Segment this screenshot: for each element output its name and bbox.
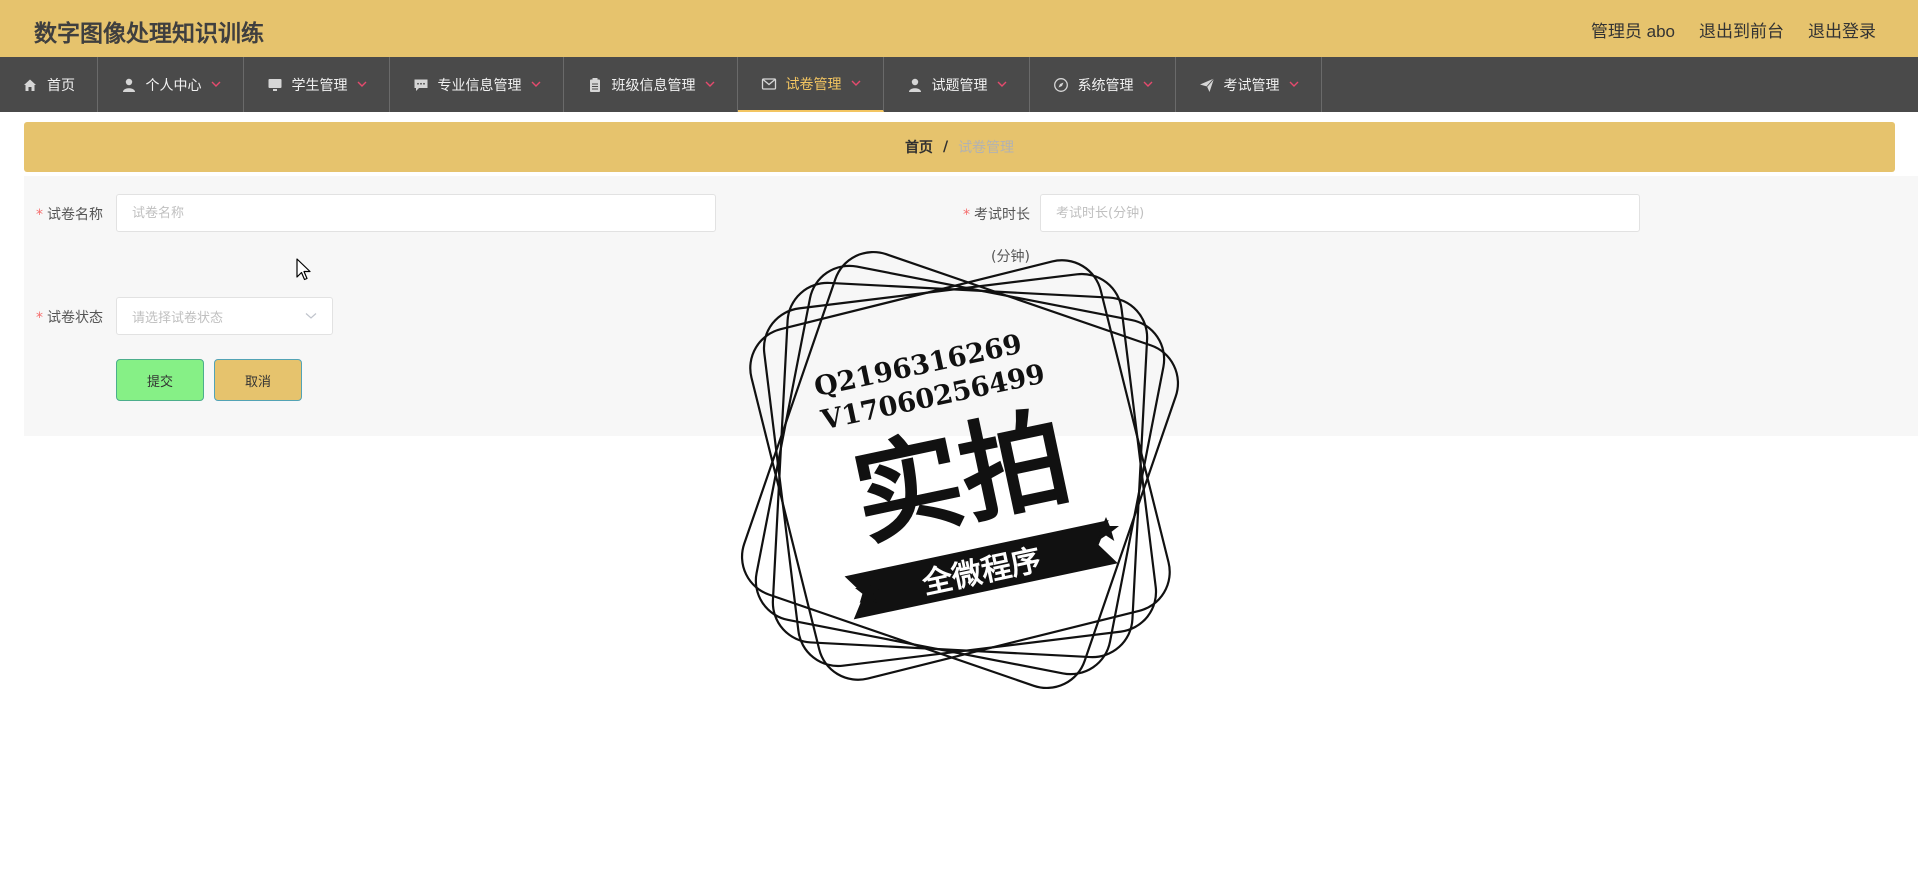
nav-item-label: 试卷管理: [785, 76, 842, 93]
send-icon: [1199, 77, 1215, 93]
chevron-down-icon: [305, 307, 317, 325]
required-asterisk: *: [36, 310, 43, 326]
nav-item-label: 班级信息管理: [611, 77, 696, 94]
nav-item-label: 个人中心: [145, 77, 202, 94]
home-icon: [22, 77, 38, 93]
chevron-down-icon: [1289, 81, 1299, 88]
paper-status-label: * 试卷状态: [36, 310, 103, 326]
cancel-button[interactable]: 取消: [214, 359, 302, 401]
nav-item-label: 系统管理: [1077, 77, 1134, 94]
nav-item-label: 考试管理: [1223, 77, 1280, 94]
nav-item-exam-management[interactable]: 考试管理: [1176, 57, 1322, 112]
nav-item-class-info[interactable]: 班级信息管理: [564, 57, 738, 112]
exit-to-frontend-link[interactable]: 退出到前台: [1699, 17, 1784, 42]
chat-icon: [413, 77, 429, 93]
paper-status-select[interactable]: 请选择试卷状态: [116, 297, 333, 335]
star-icon: [855, 579, 881, 603]
chevron-down-icon: [705, 81, 715, 88]
nav-item-label: 试题管理: [931, 77, 988, 94]
nav-item-home[interactable]: 首页: [0, 57, 98, 112]
nav-item-label: 学生管理: [291, 77, 348, 94]
exam-duration-label-suffix: (分钟): [991, 249, 1030, 265]
exam-duration-input[interactable]: [1040, 194, 1640, 232]
nav-item-question-management[interactable]: 试题管理: [884, 57, 1030, 112]
user-icon: [907, 77, 923, 93]
exam-duration-label: * 考试时长: [963, 207, 1030, 223]
nav-item-system-management[interactable]: 系统管理: [1030, 57, 1176, 112]
compass-icon: [1053, 77, 1069, 93]
chevron-down-icon: [357, 81, 367, 88]
admin-user-link[interactable]: 管理员 abo: [1591, 17, 1675, 42]
paper-name-input[interactable]: [116, 194, 716, 232]
nav-item-label: 首页: [47, 77, 75, 94]
chevron-down-icon: [851, 80, 861, 87]
top-header: 数字图像处理知识训练 管理员 abo 退出到前台 退出登录: [0, 0, 1918, 57]
star-icon: [1093, 517, 1119, 541]
clipboard-icon: [587, 77, 603, 93]
user-icon: [121, 77, 137, 93]
mail-icon: [761, 76, 777, 92]
watermark-ribbon-text: 全微程序: [918, 543, 1044, 602]
logout-link[interactable]: 退出登录: [1808, 17, 1876, 42]
required-asterisk: *: [963, 207, 970, 223]
chevron-down-icon: [1143, 81, 1153, 88]
chevron-down-icon: [211, 81, 221, 88]
paper-status-placeholder: 请选择试卷状态: [132, 310, 224, 326]
mouse-cursor-icon: [296, 258, 311, 281]
header-links: 管理员 abo 退出到前台 退出登录: [1591, 17, 1876, 42]
breadcrumb-separator: /: [942, 139, 949, 155]
required-asterisk: *: [36, 207, 43, 223]
paper-name-label: * 试卷名称: [36, 207, 103, 223]
breadcrumb-home[interactable]: 首页: [905, 137, 933, 157]
breadcrumb-current: 试卷管理: [958, 140, 1015, 156]
chevron-down-icon: [531, 81, 541, 88]
main-nav: 首页 个人中心 学生管理 专业信息管理 班级信息管理 试卷管理 试题管理 系统管…: [0, 57, 1918, 112]
nav-item-major-info[interactable]: 专业信息管理: [390, 57, 564, 112]
monitor-icon: [267, 77, 283, 93]
paper-form: *试卷名称 *考试时长 (分钟) *试卷状态 请选择试卷状态 提交 取消: [24, 176, 1918, 436]
nav-item-paper-management[interactable]: 试卷管理: [738, 57, 884, 112]
breadcrumb: 首页 / 试卷管理: [24, 122, 1895, 172]
nav-item-label: 专业信息管理: [437, 77, 522, 94]
submit-button[interactable]: 提交: [116, 359, 204, 401]
app-title: 数字图像处理知识训练: [34, 21, 264, 47]
chevron-down-icon: [997, 81, 1007, 88]
nav-item-personal-center[interactable]: 个人中心: [98, 57, 244, 112]
nav-item-student-management[interactable]: 学生管理: [244, 57, 390, 112]
